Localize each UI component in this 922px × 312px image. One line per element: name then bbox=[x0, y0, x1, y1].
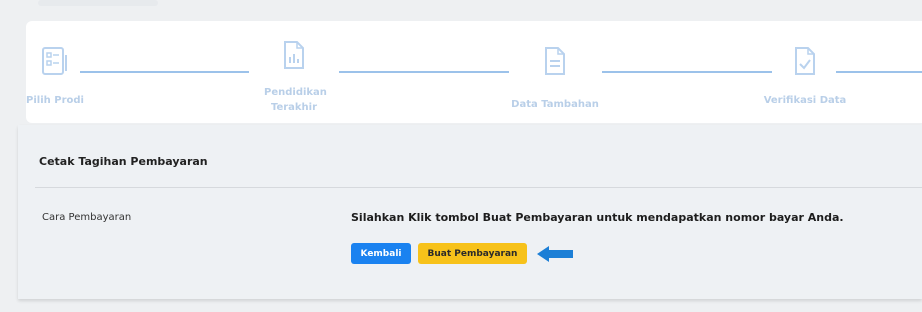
step-connector bbox=[80, 71, 249, 73]
create-payment-button[interactable]: Buat Pembayaran bbox=[418, 243, 527, 264]
step-label: Pendidikan Terakhir bbox=[264, 87, 327, 113]
step-connector bbox=[836, 71, 922, 73]
document-icon bbox=[506, 45, 604, 81]
payment-card: Cetak Tagihan Pembayaran Cara Pembayaran… bbox=[18, 125, 922, 299]
divider bbox=[35, 187, 922, 188]
step-label: Pilih Prodi bbox=[26, 95, 84, 106]
step-verifikasi-data: Verifikasi Data bbox=[760, 45, 850, 108]
registration-stepper: Pilih Prodi Pendidikan Terakhir Data Tam… bbox=[26, 21, 922, 123]
back-button[interactable]: Kembali bbox=[351, 243, 411, 264]
checklist-icon bbox=[20, 45, 90, 81]
step-pilih-prodi: Pilih Prodi bbox=[20, 45, 90, 108]
step-label: Data Tambahan bbox=[511, 99, 599, 110]
step-label: Verifikasi Data bbox=[763, 95, 847, 106]
arrow-left-icon bbox=[537, 246, 573, 266]
step-data-tambahan: Data Tambahan bbox=[506, 45, 604, 112]
step-connector bbox=[339, 71, 509, 73]
page-header-remnant bbox=[38, 0, 158, 6]
step-pendidikan-terakhir: Pendidikan Terakhir bbox=[254, 39, 334, 115]
report-icon bbox=[254, 39, 334, 75]
payment-method-label: Cara Pembayaran bbox=[42, 212, 132, 223]
step-connector bbox=[602, 71, 772, 73]
verify-document-icon bbox=[760, 45, 850, 81]
payment-instruction: Silahkan Klik tombol Buat Pembayaran unt… bbox=[351, 211, 844, 224]
section-title: Cetak Tagihan Pembayaran bbox=[39, 155, 208, 168]
